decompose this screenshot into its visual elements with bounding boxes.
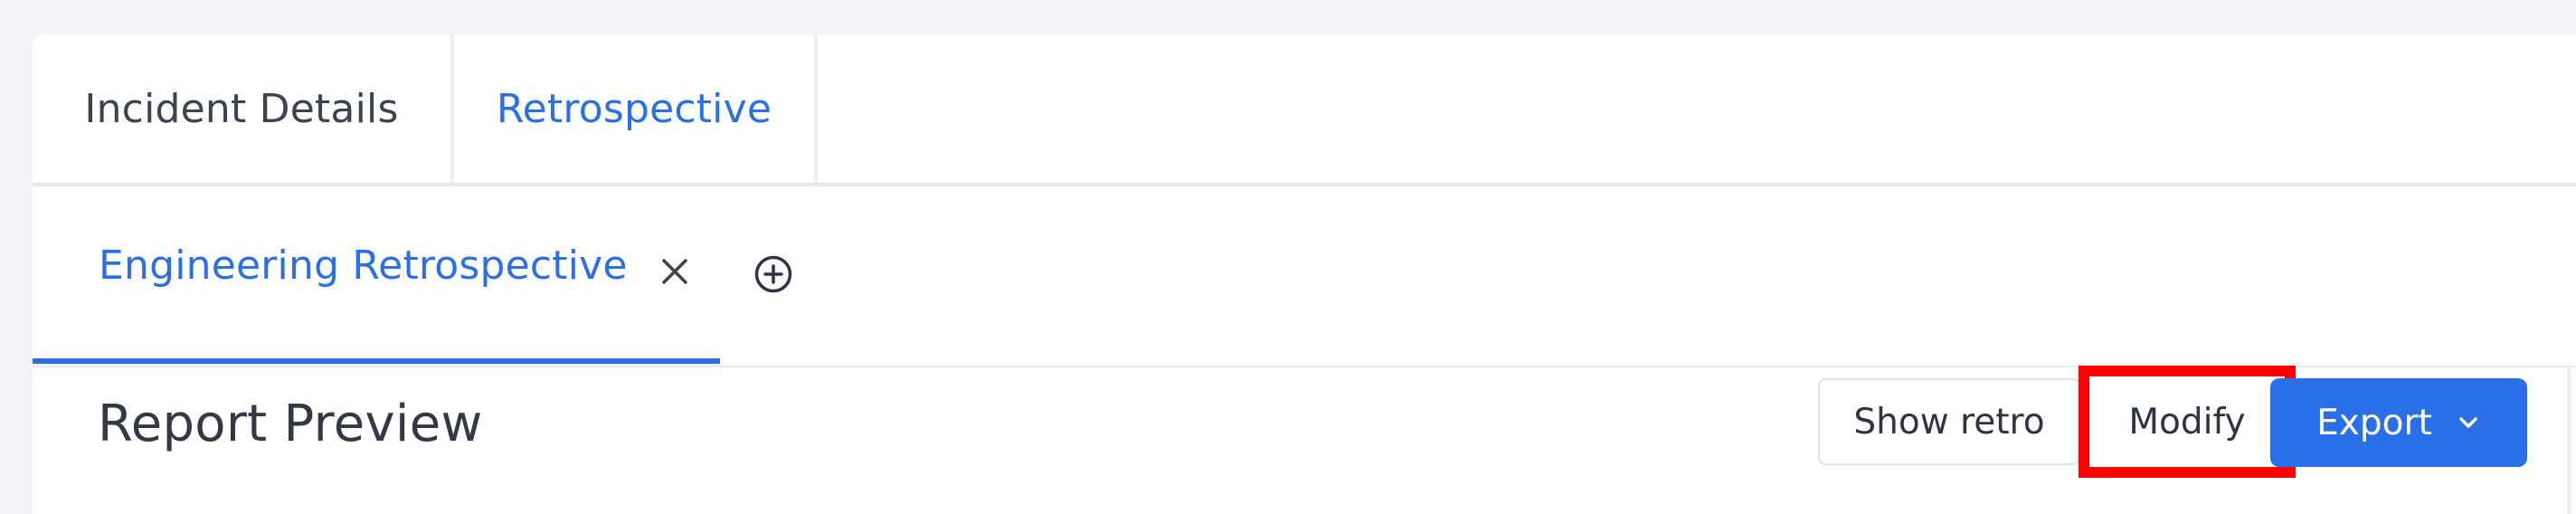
chevron-down-icon	[2459, 417, 2477, 428]
tab-incident-details-label: Incident Details	[84, 85, 399, 132]
retrospective-tab-bar: Engineering Retrospective	[33, 186, 2576, 367]
tab-engineering-retrospective[interactable]: Engineering Retrospective	[33, 186, 720, 364]
close-icon[interactable]	[658, 255, 691, 288]
incident-card: Incident Details Retrospective Engineeri…	[33, 34, 2576, 514]
tab-retrospective-label: Retrospective	[496, 85, 772, 132]
primary-tab-bar: Incident Details Retrospective	[33, 34, 2576, 186]
plus-circle-icon[interactable]	[753, 254, 793, 294]
tab-incident-details[interactable]: Incident Details	[33, 34, 454, 183]
export-button[interactable]: Export	[2270, 378, 2527, 467]
tab-retrospective[interactable]: Retrospective	[454, 34, 818, 183]
page-title: Report Preview	[98, 395, 483, 453]
tab-engineering-retrospective-label: Engineering Retrospective	[99, 243, 628, 289]
show-retro-button[interactable]: Show retro	[1818, 378, 2080, 465]
content-divider	[2567, 366, 2571, 514]
modify-button-label: Modify	[2128, 401, 2246, 443]
show-retro-button-label: Show retro	[1853, 401, 2045, 443]
export-button-label: Export	[2316, 402, 2432, 443]
modify-button[interactable]: Modify	[2079, 366, 2296, 478]
